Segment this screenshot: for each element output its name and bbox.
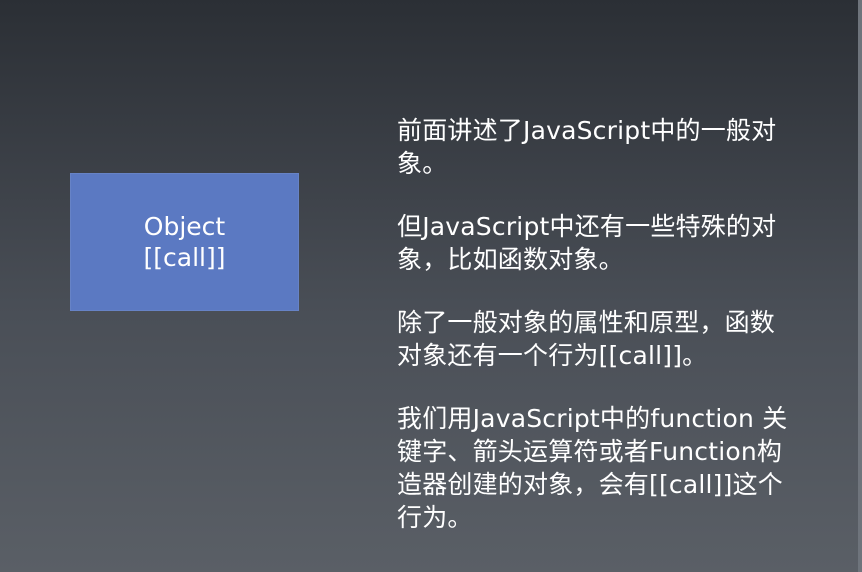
text-line: 象，比如函数对象。 xyxy=(397,245,624,274)
text-line: 对象还有一个行为[[call]]。 xyxy=(397,341,708,370)
text-line: 前面讲述了JavaScript中的一般对 xyxy=(397,116,777,145)
text-line: 除了一般对象的属性和原型，函数 xyxy=(397,308,776,337)
text-line: 我们用JavaScript中的function 关 xyxy=(397,404,788,433)
scrollbar-edge xyxy=(858,0,862,572)
text-line: 造器创建的对象，会有[[call]]这个 xyxy=(397,470,783,499)
paragraph-4: 我们用JavaScript中的function 关 键字、箭头运算符或者Func… xyxy=(397,402,837,534)
paragraph-2: 但JavaScript中还有一些特殊的对 象，比如函数对象。 xyxy=(397,210,837,276)
call-label: [[call]] xyxy=(143,243,226,272)
slide: Object [[call]] 前面讲述了JavaScript中的一般对 象。 … xyxy=(0,0,862,572)
object-label: Object xyxy=(143,212,226,241)
text-line: 行为。 xyxy=(397,503,473,532)
explanation-text: 前面讲述了JavaScript中的一般对 象。 但JavaScript中还有一些… xyxy=(397,114,837,564)
text-line: 键字、箭头运算符或者Function构 xyxy=(397,437,783,466)
paragraph-1: 前面讲述了JavaScript中的一般对 象。 xyxy=(397,114,837,180)
paragraph-3: 除了一般对象的属性和原型，函数 对象还有一个行为[[call]]。 xyxy=(397,306,837,372)
object-call-box: Object [[call]] xyxy=(70,173,299,311)
text-line: 象。 xyxy=(397,149,448,178)
text-line: 但JavaScript中还有一些特殊的对 xyxy=(397,212,777,241)
